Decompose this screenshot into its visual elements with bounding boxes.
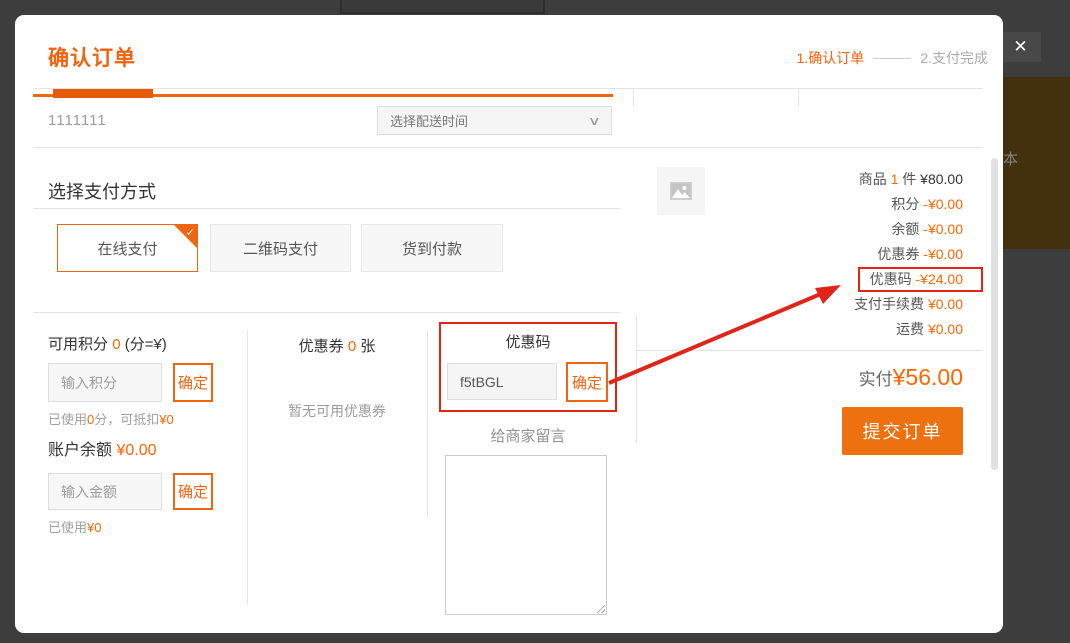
balance-amount: ¥0.00 (116, 442, 156, 459)
page-title: 确认订单 (48, 42, 136, 72)
balance-used-value: ¥0 (87, 520, 101, 535)
summary-row-label: 运费 (896, 321, 924, 337)
summary-row-points: 积分 -¥0.00 (891, 192, 963, 217)
summary-row-label: 优惠码 (870, 271, 912, 287)
points-confirm-button[interactable]: 确定 (173, 363, 213, 402)
coupon-empty-text: 暂无可用优惠券 (247, 401, 427, 421)
background-text: 文本 (1002, 148, 1018, 169)
total-value: ¥56.00 (893, 364, 963, 391)
summary-row-shipping: 运费 ¥0.00 (896, 317, 963, 342)
tab-online-payment[interactable]: 在线支付 ✓ (57, 224, 198, 272)
coupon-code-confirm-button[interactable]: 确定 (566, 362, 608, 402)
points-available-label: 可用积分 0 (分=¥) (48, 333, 167, 354)
merchant-message-textarea[interactable] (445, 455, 607, 615)
table-column-divider (798, 89, 799, 106)
summary-row-label: 余额 (891, 221, 919, 237)
active-tab-indicator (53, 89, 153, 98)
points-used-line: 已使用0分，可抵扣¥0 (48, 409, 174, 428)
tab-cash-on-delivery[interactable]: 货到付款 (361, 224, 503, 272)
summary-row-value: -¥0.00 (923, 246, 963, 262)
summary-row-value: ¥0.00 (928, 296, 963, 312)
check-icon: ✓ (186, 226, 195, 239)
chevron-down-icon: ∨ (588, 114, 601, 128)
summary-item-value: ¥80.00 (920, 171, 963, 187)
column-divider (636, 315, 637, 443)
total-label: 实付 (859, 365, 893, 390)
summary-item-unit: 件 (902, 171, 916, 187)
balance-used-prefix: 已使用 (48, 520, 87, 535)
table-column-divider (633, 89, 634, 106)
coupon-code-input[interactable] (447, 363, 557, 400)
payment-tabs-divider (33, 312, 620, 313)
merchant-message-wrapper (445, 455, 607, 615)
coupon-count-line: 优惠券 0 张 (247, 335, 427, 356)
delivery-time-select-label: 选择配送时间 (390, 111, 468, 130)
balance-confirm-button[interactable]: 确定 (173, 473, 213, 510)
tab-qrcode-payment[interactable]: 二维码支付 (210, 224, 351, 272)
tab-cash-on-delivery-label: 货到付款 (402, 238, 462, 259)
payment-title-divider (33, 208, 620, 209)
modal-scrollbar-thumb[interactable] (991, 158, 998, 470)
summary-row-coupon-code-highlighted: 优惠码 -¥24.00 (858, 267, 983, 292)
coupon-unit: 张 (360, 338, 375, 355)
summary-row-coupon: 优惠券 -¥0.00 (877, 242, 963, 267)
summary-row-value: ¥0.00 (928, 321, 963, 337)
step-separator (873, 58, 911, 59)
summary-row-balance: 余额 -¥0.00 (891, 217, 963, 242)
background-panel: 文本 (1002, 77, 1070, 249)
points-used-prefix: 已使用 (48, 412, 87, 427)
summary-item-label: 商品 (859, 171, 887, 187)
summary-row-value: -¥24.00 (916, 271, 963, 287)
delivery-time-select[interactable]: 选择配送时间 ∨ (377, 106, 612, 135)
order-number: 1111111 (48, 112, 107, 129)
points-deduct-value: ¥0 (159, 412, 173, 427)
summary-row-label: 支付手续费 (854, 296, 924, 312)
summary-total-divider (637, 350, 983, 351)
section-divider (33, 147, 983, 148)
balance-label-line: 账户余额 ¥0.00 (48, 436, 157, 460)
coupon-label: 优惠券 (299, 338, 344, 355)
scroll-clip-divider (33, 88, 983, 89)
submit-order-button[interactable]: 提交订单 (842, 407, 963, 455)
background-element (340, 0, 545, 14)
close-button[interactable]: ✕ (1000, 32, 1041, 62)
balance-label: 账户余额 (48, 442, 112, 459)
tab-online-payment-label: 在线支付 (97, 238, 157, 259)
tab-qrcode-payment-label: 二维码支付 (243, 238, 318, 259)
summary-item-row: 商品 1 件 ¥80.00 (859, 167, 963, 192)
column-divider (427, 330, 428, 518)
column-divider (247, 330, 248, 605)
order-summary: 商品 1 件 ¥80.00 积分 -¥0.00 余额 -¥0.00 优惠券 -¥… (655, 167, 963, 342)
step-indicator: 1.确认订单 2.支付完成 (797, 48, 988, 68)
summary-item-count: 1 (891, 171, 899, 187)
step-payment-complete: 2.支付完成 (920, 48, 988, 68)
balance-input[interactable] (48, 473, 162, 510)
coupon-count: 0 (348, 338, 356, 355)
total-row: 实付 ¥56.00 (859, 364, 963, 391)
payment-section-title: 选择支付方式 (48, 178, 156, 204)
merchant-message-label: 给商家留言 (439, 425, 617, 446)
points-available-value: 0 (112, 336, 120, 353)
summary-row-value: -¥0.00 (923, 196, 963, 212)
confirm-order-modal: 确认订单 1.确认订单 2.支付完成 1111111 选择配送时间 ∨ 选择支付… (15, 15, 1003, 633)
page-background: 文本 ✕ 确认订单 1.确认订单 2.支付完成 1111111 选择配送时间 ∨… (0, 0, 1070, 643)
points-used-mid: 分，可抵扣 (94, 412, 159, 427)
summary-row-value: -¥0.00 (923, 221, 963, 237)
summary-row-fee: 支付手续费 ¥0.00 (854, 292, 963, 317)
points-label-text: 可用积分 (48, 336, 108, 353)
balance-used-line: 已使用¥0 (48, 517, 101, 536)
points-rate: (分=¥) (125, 336, 167, 353)
summary-row-label: 优惠券 (877, 246, 919, 262)
summary-row-label: 积分 (891, 196, 919, 212)
points-input[interactable] (48, 363, 162, 402)
close-icon: ✕ (1013, 37, 1027, 57)
step-confirm-order: 1.确认订单 (797, 48, 865, 68)
coupon-code-title: 优惠码 (439, 331, 617, 352)
